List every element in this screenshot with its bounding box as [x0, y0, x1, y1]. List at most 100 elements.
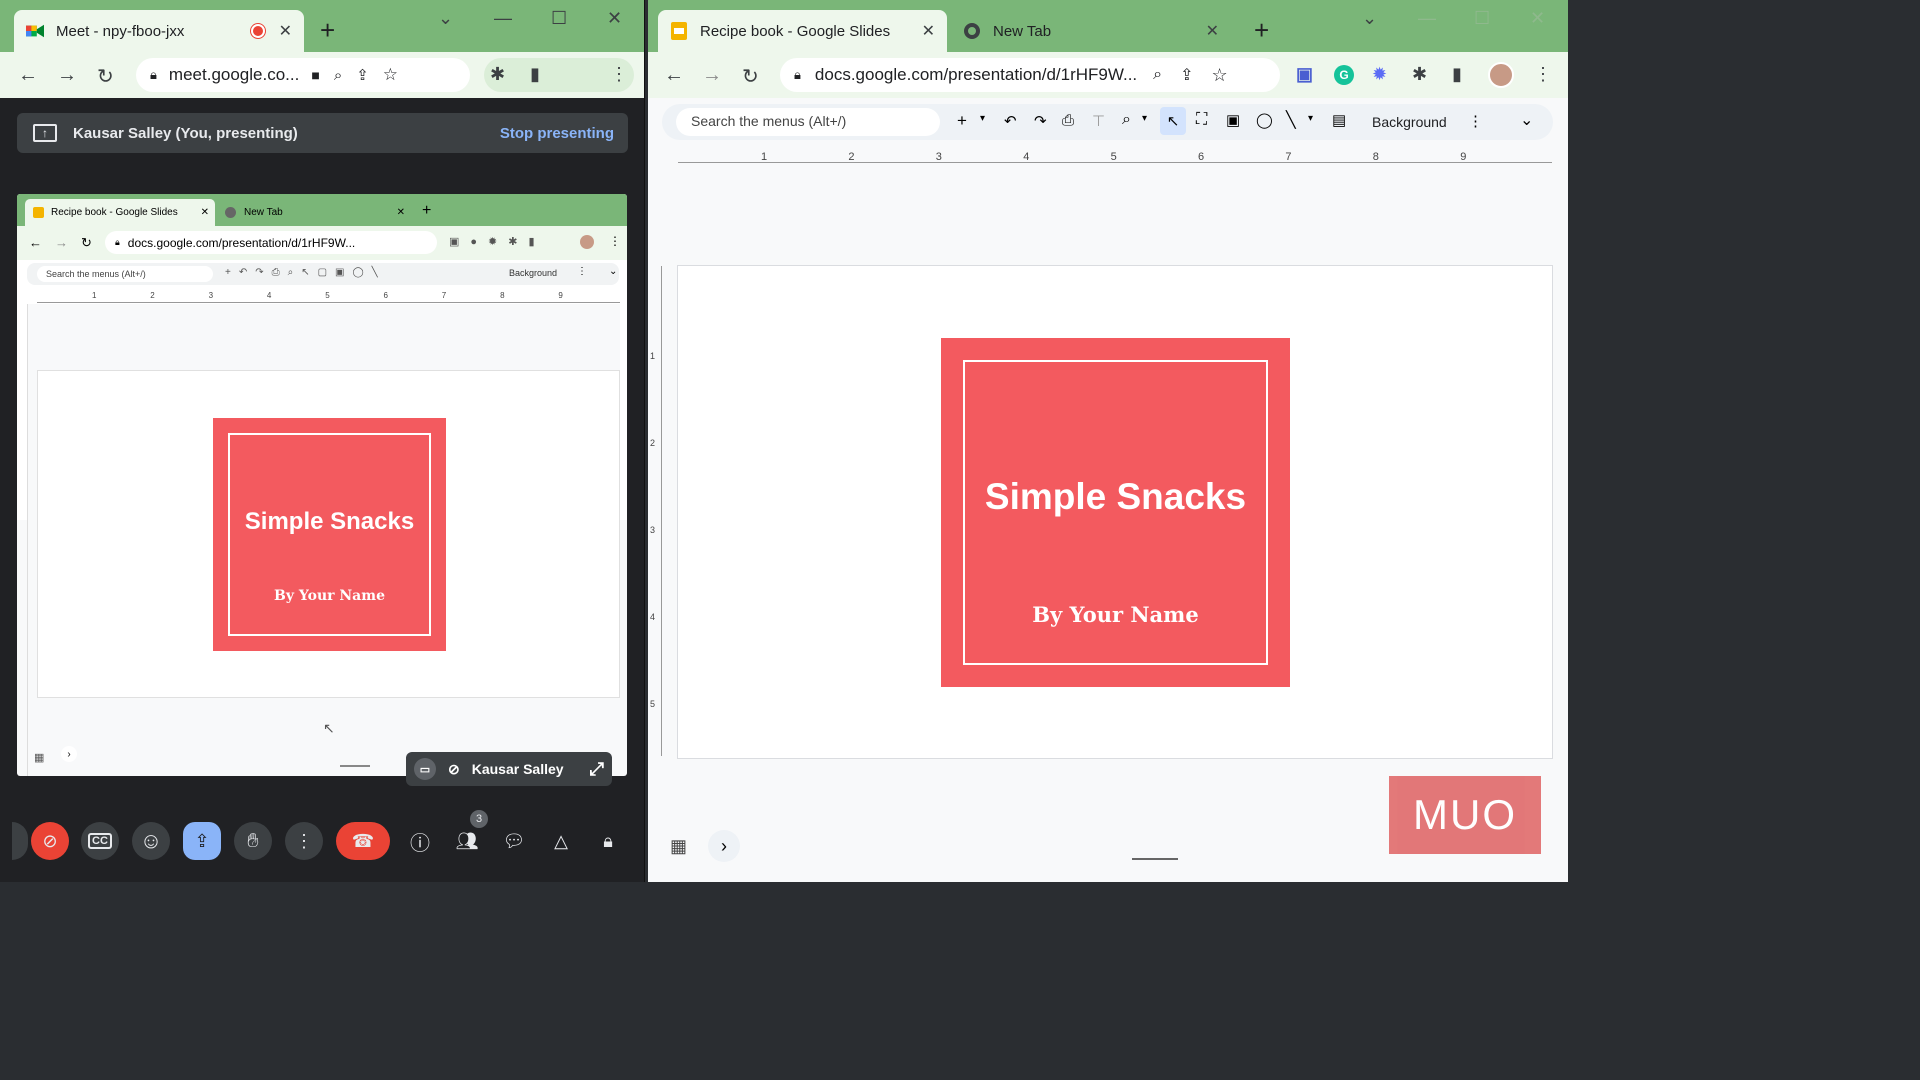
close-window-button[interactable]: ✕: [1530, 8, 1545, 29]
new-slide-icon[interactable]: +: [957, 111, 967, 131]
leave-call-button[interactable]: ☎︎: [336, 822, 390, 860]
ruler-tick-label: 7: [441, 291, 447, 300]
extensions-icon[interactable]: ✱: [1412, 64, 1427, 85]
meet-window: Meet - npy-fboo-jxx ✕ + ⌄ — ☐ ✕ ← → ↻ 🔒︎…: [0, 0, 645, 882]
mic-toggle-partial[interactable]: [12, 822, 28, 860]
more-icon: ⋮: [577, 266, 587, 277]
back-icon[interactable]: ←: [664, 64, 684, 87]
close-tab-icon[interactable]: ✕: [1206, 21, 1219, 41]
captions-button[interactable]: CC: [81, 822, 119, 860]
slide-frame: Simple Snacks By Your Name: [963, 360, 1268, 665]
minimize-button[interactable]: —: [494, 8, 512, 29]
new-tab-button[interactable]: +: [320, 17, 335, 43]
slide-title[interactable]: Simple Snacks: [985, 476, 1246, 518]
meeting-details-button[interactable]: ⓘ: [401, 822, 439, 860]
mini-slide-subtitle: By Your Name: [274, 588, 385, 604]
tab-search-icon[interactable]: ⌄: [1362, 8, 1377, 29]
expand-icon[interactable]: ⤢: [590, 759, 604, 780]
reactions-button[interactable]: ☺: [132, 822, 170, 860]
reload-icon[interactable]: ↻: [97, 64, 114, 89]
tab-search-icon[interactable]: ⌄: [438, 8, 453, 29]
more-icon[interactable]: ⋮: [1468, 112, 1483, 130]
slide-canvas[interactable]: Simple Snacks By Your Name: [677, 265, 1553, 759]
maximize-button[interactable]: ☐: [1474, 8, 1490, 29]
back-icon[interactable]: ←: [18, 64, 38, 87]
forward-icon[interactable]: →: [702, 64, 722, 87]
image-icon[interactable]: ▣: [1226, 111, 1240, 129]
bookmark-star-icon[interactable]: ☆: [1212, 65, 1228, 86]
shape-icon[interactable]: ◯: [1256, 111, 1273, 129]
presenting-label: Kausar Salley (You, presenting): [73, 124, 298, 142]
new-tab-button[interactable]: +: [1254, 17, 1269, 43]
chevron-down-icon[interactable]: ▾: [980, 113, 985, 124]
mini-tab-newtab: New Tab ✕: [225, 199, 405, 226]
camera-off-button[interactable]: ⊘: [31, 822, 69, 860]
extensions-icon[interactable]: ✱: [490, 64, 505, 85]
chat-button[interactable]: 💬︎: [495, 822, 533, 860]
print-icon[interactable]: ⎙: [1062, 112, 1074, 129]
side-panel-icon[interactable]: ▮: [530, 64, 540, 85]
tab-meet[interactable]: Meet - npy-fboo-jxx ✕: [14, 10, 304, 52]
address-bar[interactable]: 🔒︎ meet.google.co... ■ ⌕ ⇪ ☆: [136, 58, 470, 92]
comment-icon[interactable]: ▤: [1332, 111, 1346, 129]
menu-kebab-icon[interactable]: ⋮: [610, 64, 628, 85]
camera-icon[interactable]: ■: [311, 67, 319, 83]
url-text: docs.google.com/presentation/d/1rHF9W...: [814, 65, 1138, 84]
more-options-button[interactable]: ⋮: [285, 822, 323, 860]
chevron-down-icon[interactable]: ▾: [1142, 113, 1147, 124]
close-tab-icon[interactable]: ✕: [279, 21, 292, 41]
zoom-icon[interactable]: ⌕: [334, 67, 342, 84]
more-icon: ⋮: [295, 830, 313, 851]
select-cursor-icon[interactable]: ↖: [1160, 107, 1186, 135]
search-menus-input[interactable]: Search the menus (Alt+/): [676, 108, 940, 136]
background-button[interactable]: Background: [1372, 114, 1447, 130]
menu-kebab-icon[interactable]: ⋮: [1534, 64, 1552, 85]
activities-button[interactable]: △: [542, 822, 580, 860]
minimize-button[interactable]: —: [1418, 8, 1436, 29]
slide-card[interactable]: Simple Snacks By Your Name: [941, 338, 1290, 687]
grammarly-icon[interactable]: G: [1334, 65, 1354, 85]
slide-subtitle[interactable]: By Your Name: [1032, 602, 1198, 627]
undo-icon[interactable]: ↶: [1004, 112, 1017, 130]
slides-window: Recipe book - Google Slides ✕ New Tab ✕ …: [648, 0, 1568, 882]
ruler-tick-label: 1: [650, 351, 656, 361]
zoom-icon[interactable]: ⌕: [1153, 66, 1162, 84]
grid-view-icon[interactable]: ▦: [670, 836, 687, 857]
resize-handle: [340, 765, 370, 767]
people-icon: 👥︎: [455, 830, 479, 851]
profile-avatar[interactable]: [1488, 62, 1514, 88]
zoom-icon[interactable]: ⌕: [1122, 111, 1131, 129]
chevron-down-icon[interactable]: ⌄: [1520, 110, 1533, 130]
line-icon[interactable]: ╲: [1286, 110, 1296, 130]
filmstrip-resize-handle[interactable]: [1132, 858, 1178, 860]
stop-presenting-button[interactable]: Stop presenting: [500, 125, 614, 142]
reload-icon: ↻: [81, 235, 92, 250]
address-bar[interactable]: 🔒︎ docs.google.com/presentation/d/1rHF9W…: [780, 58, 1280, 92]
tab-slides[interactable]: Recipe book - Google Slides ✕: [658, 10, 947, 52]
text-box-icon[interactable]: ⛶: [1196, 111, 1207, 129]
reload-icon[interactable]: ↻: [742, 64, 759, 89]
vertical-ruler: 1 2 3 4 5: [650, 266, 662, 756]
mini-toolbar: ← → ↻ 🔒︎ docs.google.com/presentation/d/…: [17, 226, 627, 260]
extension-flower-icon[interactable]: ✹: [1372, 64, 1387, 85]
host-controls-button[interactable]: 🔒︎: [589, 822, 627, 860]
forward-icon[interactable]: →: [57, 64, 77, 87]
extension-d-icon[interactable]: ▣: [1296, 64, 1313, 85]
share-icon[interactable]: ⇪: [356, 66, 369, 84]
people-button[interactable]: 👥︎ 3: [448, 810, 488, 860]
chevron-down-icon[interactable]: ▾: [1308, 113, 1313, 124]
close-window-button[interactable]: ✕: [607, 8, 622, 29]
share-icon[interactable]: ⇪: [1180, 65, 1193, 85]
close-tab-icon[interactable]: ✕: [922, 21, 935, 41]
ruler-tick-label: 4: [650, 612, 656, 622]
maximize-button[interactable]: ☐: [551, 8, 567, 29]
side-panel-icon[interactable]: ▮: [1452, 64, 1462, 85]
slides-icon: [670, 22, 688, 40]
raise-hand-button[interactable]: ✋︎: [234, 822, 272, 860]
present-button[interactable]: ⇪: [183, 822, 221, 860]
tab-new-tab[interactable]: New Tab ✕: [951, 10, 1231, 52]
paint-format-icon[interactable]: ⊤: [1092, 112, 1105, 130]
expand-filmstrip-icon[interactable]: ›: [708, 830, 740, 862]
redo-icon[interactable]: ↷: [1034, 112, 1047, 130]
bookmark-star-icon[interactable]: ☆: [383, 65, 398, 85]
